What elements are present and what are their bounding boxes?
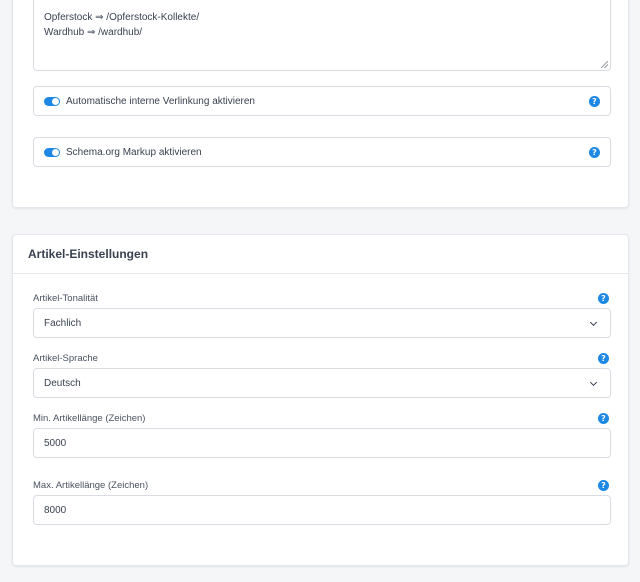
- min-length-value: 5000: [44, 437, 67, 449]
- redirects-textarea[interactable]: Opferstock ⇒ /Opferstock-Kollekte/ Wardh…: [33, 0, 611, 71]
- max-length-value: 8000: [44, 504, 67, 516]
- help-icon[interactable]: ?: [598, 293, 609, 304]
- tonality-label: Artikel-Tonalität: [33, 293, 98, 304]
- article-settings-title: Artikel-Einstellungen: [13, 235, 628, 274]
- seo-settings-card: Opferstock ⇒ /Opferstock-Kollekte/ Wardh…: [12, 0, 629, 208]
- chevron-down-icon: [589, 378, 598, 387]
- internal-linking-toggle-row: Automatische interne Verlinkung aktivier…: [33, 86, 611, 116]
- schema-markup-label: Schema.org Markup aktivieren: [66, 146, 202, 158]
- min-length-label: Min. Artikellänge (Zeichen): [33, 413, 146, 424]
- language-label: Artikel-Sprache: [33, 353, 98, 364]
- article-settings-card: Artikel-Einstellungen Artikel-Tonalität …: [12, 234, 629, 566]
- internal-linking-toggle[interactable]: [44, 96, 60, 106]
- max-length-label: Max. Artikellänge (Zeichen): [33, 480, 149, 491]
- language-value: Deutsch: [44, 377, 81, 389]
- redirect-line: Wardhub ⇒ /wardhub/: [44, 27, 143, 38]
- help-icon[interactable]: ?: [589, 96, 600, 107]
- help-icon[interactable]: ?: [589, 147, 600, 158]
- help-icon[interactable]: ?: [598, 413, 609, 424]
- help-icon[interactable]: ?: [598, 480, 609, 491]
- min-length-input[interactable]: 5000: [33, 428, 611, 458]
- redirect-line: Opferstock ⇒ /Opferstock-Kollekte/: [44, 12, 200, 23]
- language-select[interactable]: Deutsch: [33, 368, 611, 398]
- schema-markup-toggle-row: Schema.org Markup aktivieren ?: [33, 137, 611, 167]
- tonality-select[interactable]: Fachlich: [33, 308, 611, 338]
- internal-linking-label: Automatische interne Verlinkung aktivier…: [66, 95, 255, 107]
- schema-markup-toggle[interactable]: [44, 147, 60, 157]
- tonality-value: Fachlich: [44, 317, 82, 329]
- max-length-input[interactable]: 8000: [33, 495, 611, 525]
- chevron-down-icon: [589, 318, 598, 327]
- resize-handle-icon[interactable]: [601, 61, 608, 68]
- help-icon[interactable]: ?: [598, 353, 609, 364]
